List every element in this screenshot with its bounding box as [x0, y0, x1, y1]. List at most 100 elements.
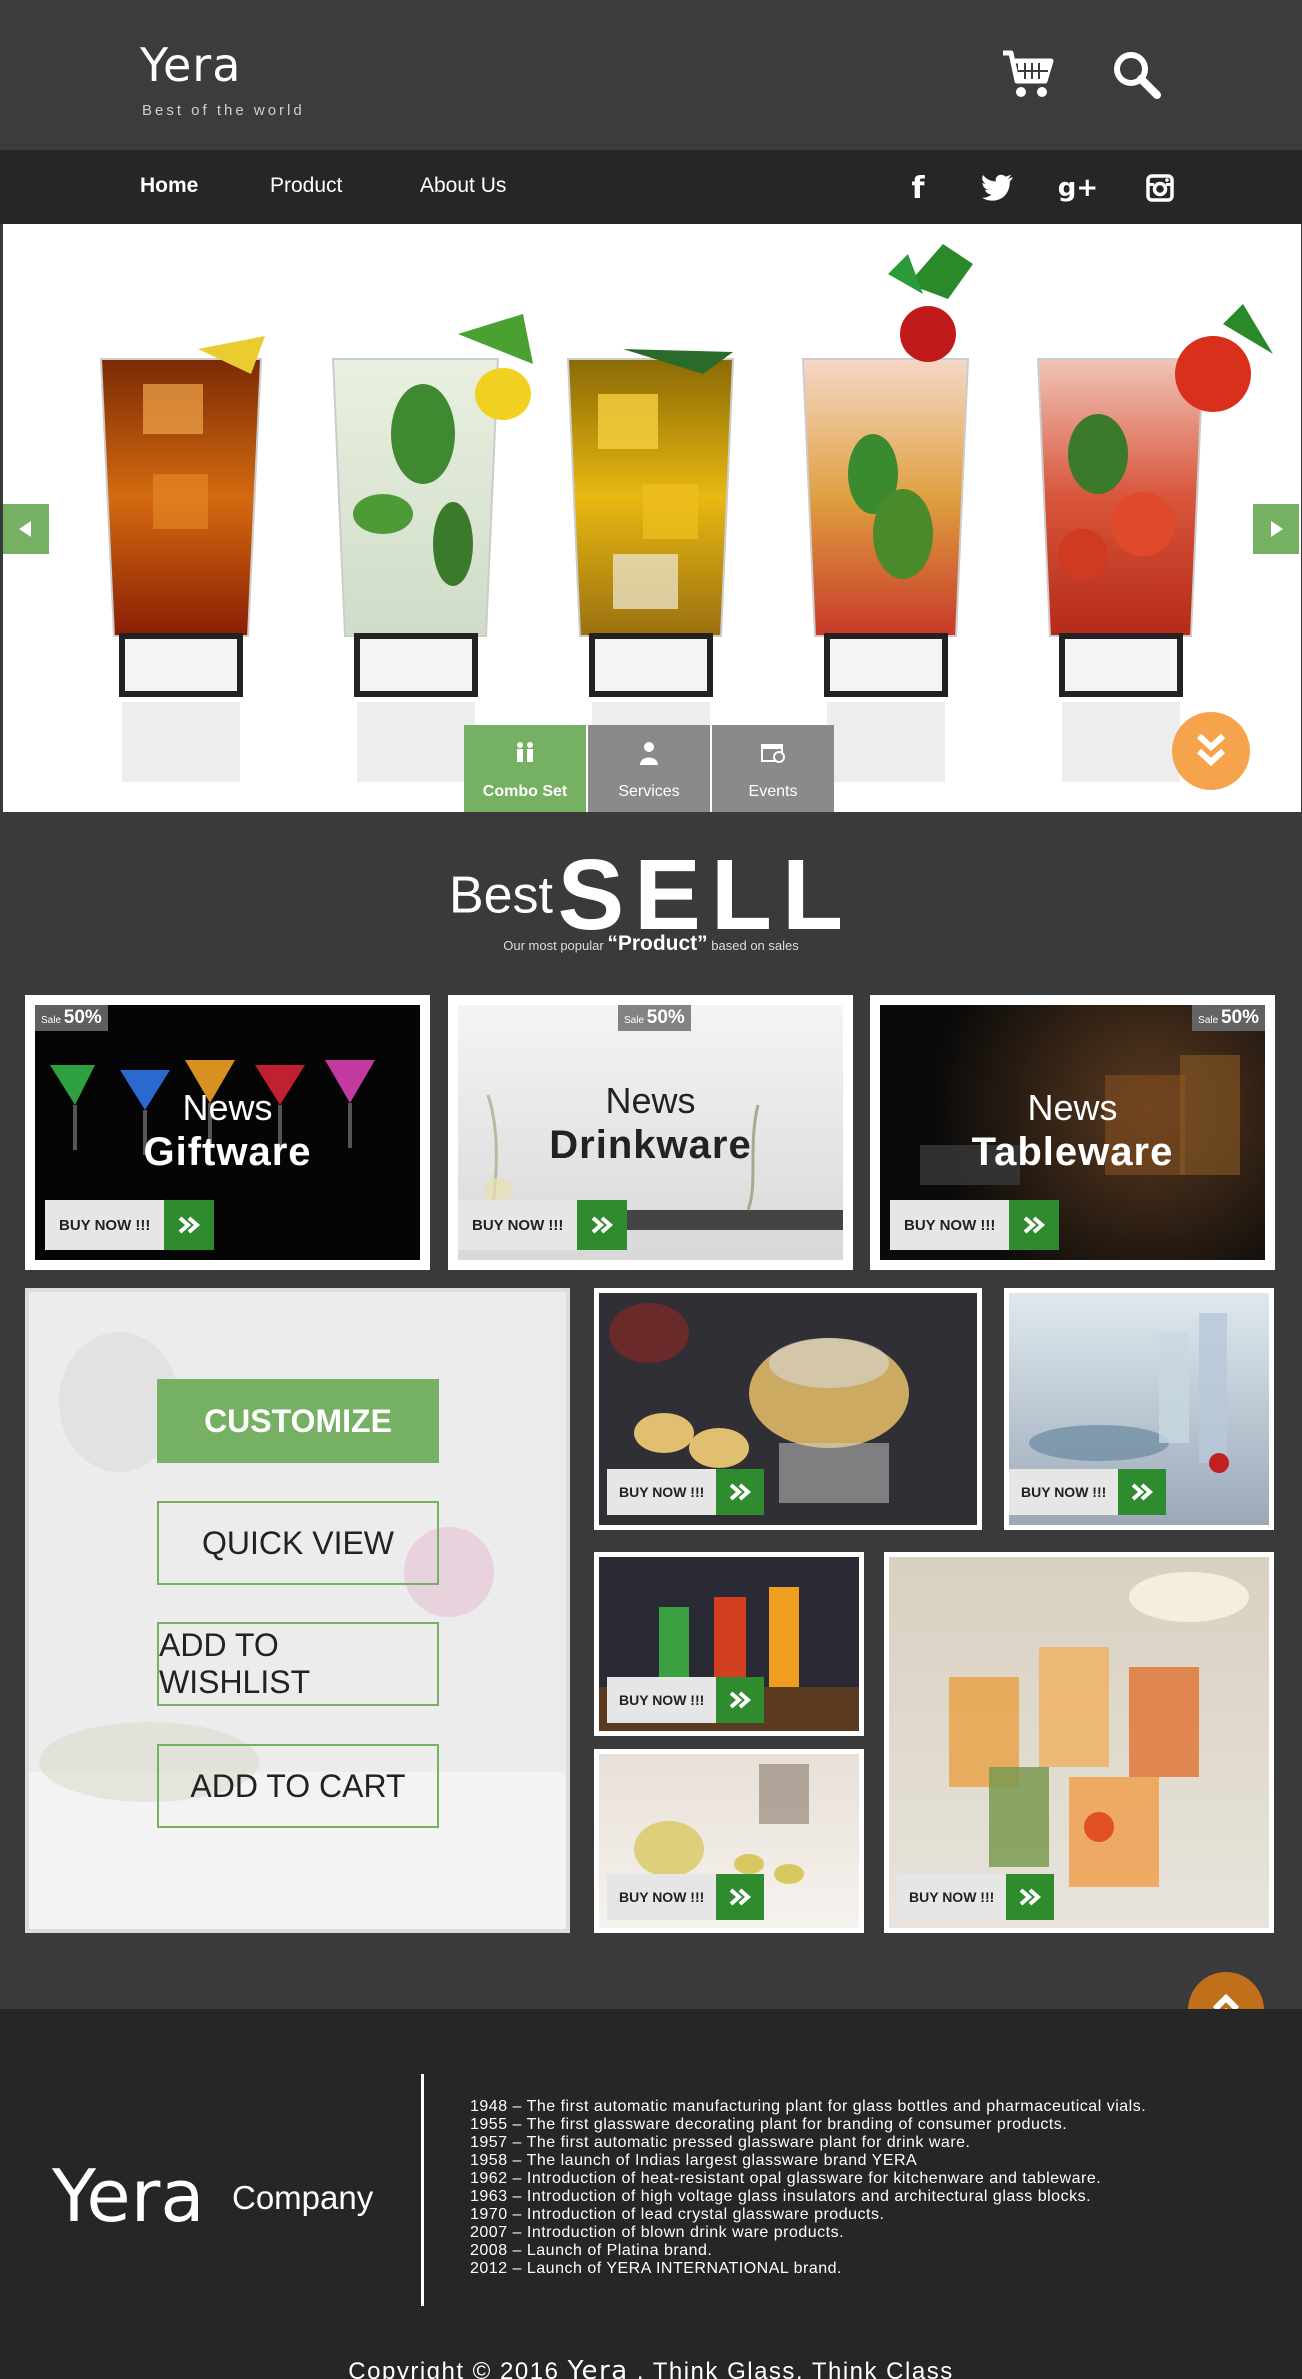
product-tile-fruit-cups[interactable]: BUY NOW !!!: [884, 1552, 1274, 1933]
copyright: Copyright © 2016 Yera . Think Glass. Thi…: [0, 2356, 1302, 2379]
site-header: Yera Best of the world: [0, 0, 1302, 150]
cocktail-glasses-image: [99, 244, 1273, 782]
brand-logo[interactable]: Yera Best of the world: [140, 38, 302, 119]
product-tile-table-setting[interactable]: BUY NOW !!!: [1004, 1288, 1274, 1530]
timeline-item: 1963 – Introduction of high voltage glas…: [470, 2188, 1092, 2205]
timeline-item: 1970 – Introduction of lead crystal glas…: [470, 2206, 885, 2223]
card-category: Giftware: [143, 1130, 312, 1174]
chevron-right-icon: [1271, 521, 1283, 537]
buy-now-button[interactable]: BUY NOW !!!: [890, 1200, 1060, 1250]
double-chevron-down-icon: [1196, 733, 1226, 767]
sale-badge: Sale 50%: [35, 1005, 108, 1031]
tab-label: Events: [748, 783, 798, 800]
people-icon: [513, 741, 537, 768]
product-tile-tea-set[interactable]: BUY NOW !!!: [594, 1749, 864, 1933]
card-news-label: News: [605, 1080, 696, 1121]
buy-now-label: BUY NOW !!!: [1009, 1469, 1119, 1515]
copyright-prefix: Copyright © 2016: [348, 2358, 560, 2379]
tab-label: Services: [618, 783, 680, 800]
timeline-item: 1957 – The first automatic pressed glass…: [470, 2134, 971, 2151]
buy-now-label: BUY NOW !!!: [607, 1469, 717, 1515]
buy-now-label: BUY NOW !!!: [45, 1200, 165, 1250]
scroll-down-button[interactable]: [1172, 712, 1250, 790]
sale-badge: Sale 50%: [1192, 1005, 1265, 1031]
card-news-label: News: [182, 1087, 273, 1128]
product-tile-teapot[interactable]: BUY NOW !!!: [594, 1288, 982, 1530]
double-chevron-right-icon: [577, 1200, 628, 1250]
fruit-cups-image: [949, 1572, 1249, 1887]
card-news-label: News: [1027, 1087, 1118, 1128]
facebook-icon[interactable]: f: [898, 168, 938, 208]
buy-now-button[interactable]: BUY NOW !!!: [897, 1874, 1055, 1920]
timeline-item: 1962 – Introduction of heat-resistant op…: [470, 2170, 1102, 2187]
featured-card-tableware[interactable]: Sale 50% News Tableware BUY NOW !!!: [870, 995, 1275, 1270]
nav-item-about-us[interactable]: About Us: [420, 174, 506, 198]
double-chevron-right-icon: [716, 1469, 765, 1515]
footer-company: Company: [232, 2179, 374, 2216]
timeline-item: 2012 – Launch of YERA INTERNATIONAL bran…: [470, 2260, 842, 2277]
buy-now-label: BUY NOW !!!: [607, 1677, 717, 1723]
timeline-item: 2007 – Introduction of blown drink ware …: [470, 2224, 845, 2241]
customize-panel: CUSTOMIZE QUICK VIEW ADD TO WISHLIST ADD…: [25, 1288, 570, 1933]
nav-item-product[interactable]: Product: [270, 174, 342, 198]
buy-now-label: BUY NOW !!!: [607, 1874, 717, 1920]
carousel-next-button[interactable]: [1253, 504, 1299, 554]
double-chevron-right-icon: [716, 1677, 765, 1723]
twitter-icon[interactable]: [978, 168, 1018, 208]
sale-badge: Sale 50%: [618, 1005, 691, 1031]
waiter-icon: [638, 741, 660, 770]
subtitle-suffix: based on sales: [711, 938, 799, 953]
buy-now-button[interactable]: BUY NOW !!!: [607, 1469, 765, 1515]
hero-carousel: [3, 224, 1301, 812]
copyright-logo: Yera: [567, 2356, 629, 2379]
featured-card-giftware[interactable]: Sale 50% News Giftware BUY NOW !!!: [25, 995, 430, 1270]
instagram-icon[interactable]: [1140, 168, 1180, 208]
search-icon[interactable]: [1108, 48, 1164, 100]
timeline-item: 1955 – The first glassware decorating pl…: [470, 2116, 1068, 2133]
google-plus-icon[interactable]: g+: [1058, 168, 1098, 208]
buy-now-button[interactable]: BUY NOW !!!: [45, 1200, 215, 1250]
nav-item-home[interactable]: Home: [140, 174, 198, 198]
double-chevron-right-icon: [1009, 1200, 1060, 1250]
product-tile-bottles[interactable]: BUY NOW !!!: [594, 1552, 864, 1736]
buy-now-button[interactable]: BUY NOW !!!: [1009, 1469, 1167, 1515]
tab-combo-set[interactable]: Combo Set: [464, 725, 586, 812]
buy-now-button[interactable]: BUY NOW !!!: [458, 1200, 628, 1250]
card-category: Drinkware: [549, 1123, 752, 1167]
timeline-item: 1958 – The launch of Indias largest glas…: [470, 2152, 918, 2169]
featured-card-drinkware[interactable]: Sale 50% News Drinkware BUY NOW !!!: [448, 995, 853, 1270]
timeline-item: 1948 – The first automatic manufacturing…: [470, 2098, 1147, 2115]
buy-now-label: BUY NOW !!!: [897, 1874, 1007, 1920]
tab-services[interactable]: Services: [588, 725, 710, 812]
double-chevron-right-icon: [1118, 1469, 1167, 1515]
site-footer: Yera Company 1948 – The first automatic …: [0, 2009, 1302, 2379]
best-text: Best: [448, 866, 554, 925]
footer-divider: [421, 2074, 424, 2306]
subtitle-product: “Product”: [607, 932, 708, 955]
cart-icon[interactable]: [1000, 48, 1056, 100]
carousel-prev-button[interactable]: [3, 504, 49, 554]
footer-logo: Yera: [52, 2154, 205, 2238]
card-category: Tableware: [971, 1130, 1174, 1174]
double-chevron-right-icon: [1006, 1874, 1055, 1920]
customize-button[interactable]: CUSTOMIZE: [157, 1379, 439, 1463]
add-to-wishlist-button[interactable]: ADD TO WISHLIST: [157, 1622, 439, 1706]
quick-view-button[interactable]: QUICK VIEW: [157, 1501, 439, 1585]
main-nav: Home Product About Us f g+: [0, 150, 1302, 224]
tab-label: Combo Set: [482, 783, 568, 800]
buy-now-label: BUY NOW !!!: [890, 1200, 1010, 1250]
calendar-icon: [761, 741, 785, 768]
buy-now-label: BUY NOW !!!: [458, 1200, 578, 1250]
subtitle-prefix: Our most popular: [503, 938, 604, 953]
add-to-cart-button[interactable]: ADD TO CART: [157, 1744, 439, 1828]
best-sell-subtitle: Our most popular “Product” based on sale…: [0, 932, 1302, 956]
logo-tagline: Best of the world: [142, 102, 305, 119]
buy-now-button[interactable]: BUY NOW !!!: [607, 1677, 765, 1723]
double-chevron-right-icon: [716, 1874, 765, 1920]
buy-now-button[interactable]: BUY NOW !!!: [607, 1874, 765, 1920]
copyright-suffix: . Think Glass. Think Class: [636, 2358, 954, 2379]
chevron-left-icon: [19, 521, 31, 537]
company-timeline: 1948 – The first automatic manufacturing…: [470, 2098, 1270, 2278]
logo-text: Yera: [140, 38, 242, 92]
tab-events[interactable]: Events: [712, 725, 834, 812]
